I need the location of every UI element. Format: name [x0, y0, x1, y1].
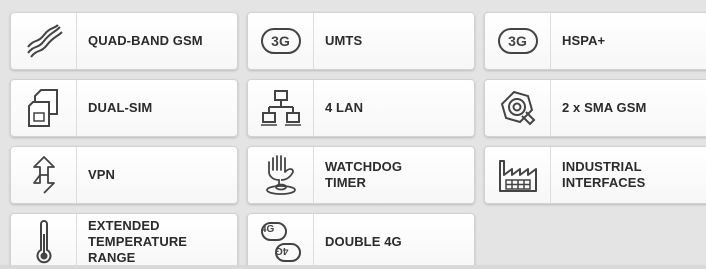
- feature-quad-band-gsm: QUAD-BAND GSM: [10, 12, 238, 70]
- feature-sma-gsm: 2 x SMA GSM: [484, 79, 706, 137]
- vpn-arrows-icon: [11, 147, 77, 203]
- sim-cards-icon: [11, 80, 77, 136]
- feature-extended-temperature-range: EXTENDED TEMPERATURE RANGE: [10, 213, 238, 269]
- antenna-connector-icon: [485, 80, 551, 136]
- feature-4-lan: 4 LAN: [247, 79, 475, 137]
- feature-label: QUAD-BAND GSM: [88, 33, 203, 48]
- feature-dual-sim: DUAL-SIM: [10, 79, 238, 137]
- feature-label: UMTS: [325, 33, 363, 48]
- double-4g-icon: 4G 4G: [248, 214, 314, 269]
- waves-icon: [11, 13, 77, 69]
- feature-umts: 3G UMTS: [247, 12, 475, 70]
- 3g-icon: 3G: [248, 13, 314, 69]
- feature-label: DOUBLE 4G: [325, 234, 402, 249]
- 4g-badge-top: 4G: [261, 224, 275, 235]
- feature-label: VPN: [88, 167, 116, 182]
- feature-industrial-interfaces: INDUSTRIAL INTERFACES: [484, 146, 706, 204]
- feature-label: 2 x SMA GSM: [562, 100, 647, 115]
- feature-label: WATCHDOG TIMER: [325, 159, 403, 190]
- feature-watchdog-timer: WATCHDOG TIMER: [247, 146, 475, 204]
- feature-label: HSPA+: [562, 33, 606, 48]
- feature-vpn: VPN: [10, 146, 238, 204]
- thermometer-icon: [11, 214, 77, 269]
- feature-label: INDUSTRIAL INTERFACES: [562, 159, 646, 190]
- 3g-icon: 3G: [485, 13, 551, 69]
- feature-label: 4 LAN: [325, 100, 364, 115]
- feature-label: DUAL-SIM: [88, 100, 153, 115]
- factory-icon: [485, 147, 551, 203]
- 4g-badge-bottom: 4G: [275, 245, 289, 256]
- watchdog-hand-icon: [248, 147, 314, 203]
- feature-double-4g: 4G 4G DOUBLE 4G: [247, 213, 475, 269]
- network-icon: [248, 80, 314, 136]
- feature-hspa: 3G HSPA+: [484, 12, 706, 70]
- bottom-divider: [0, 265, 706, 269]
- feature-label: EXTENDED TEMPERATURE RANGE: [88, 218, 188, 265]
- 3g-badge: 3G: [497, 28, 538, 54]
- 3g-badge: 3G: [260, 28, 301, 54]
